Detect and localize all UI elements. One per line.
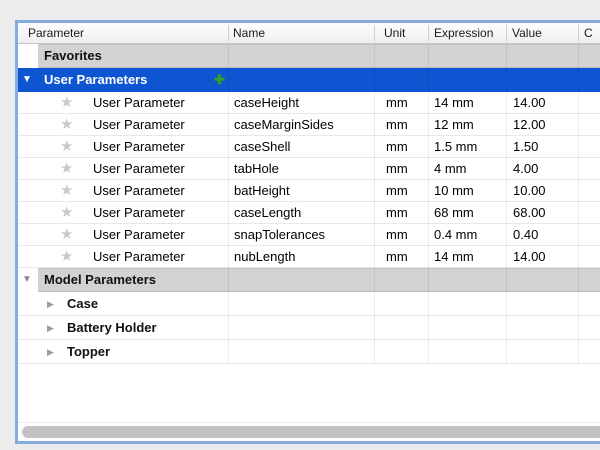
group-row-user-parameters[interactable]: ▼ User Parameters ✚ <box>18 68 600 92</box>
expression-cell[interactable]: 10 mm <box>434 180 474 202</box>
user-parameter-row[interactable]: ★ User Parameter tabHole mm 4 mm 4.00 <box>18 158 600 180</box>
user-parameter-row[interactable]: ★ User Parameter nubLength mm 14 mm 14.0… <box>18 246 600 268</box>
value-cell: 14.00 <box>513 246 546 268</box>
unit-cell: mm <box>386 92 408 114</box>
favorite-star-icon[interactable]: ★ <box>60 136 73 158</box>
name-cell[interactable]: batHeight <box>234 180 290 202</box>
unit-cell: mm <box>386 246 408 268</box>
unit-cell: mm <box>386 224 408 246</box>
favorites-band: Favorites <box>38 44 600 68</box>
unit-cell: mm <box>386 158 408 180</box>
parameters-table-panel: Parameter Name Unit Expression Value C F… <box>15 20 600 444</box>
column-header-parameter[interactable]: Parameter <box>28 23 84 43</box>
value-cell: 12.00 <box>513 114 546 136</box>
unit-cell: mm <box>386 114 408 136</box>
value-cell: 10.00 <box>513 180 546 202</box>
parameter-type-cell: User Parameter <box>93 246 185 268</box>
column-divider[interactable] <box>506 25 507 41</box>
parameter-type-cell: User Parameter <box>93 92 185 114</box>
model-group-label: Topper <box>67 340 110 364</box>
group-row-favorites[interactable]: Favorites <box>18 44 600 68</box>
model-parameter-subrows: ▶ Case ▶ Battery Holder ▶ Topper <box>18 292 600 364</box>
expression-cell[interactable]: 14 mm <box>434 246 474 268</box>
model-group-row[interactable]: ▶ Case <box>18 292 600 316</box>
column-divider[interactable] <box>428 25 429 41</box>
model-parameters-band: Model Parameters <box>38 268 600 292</box>
column-header-expression[interactable]: Expression <box>434 23 493 43</box>
user-parameter-row[interactable]: ★ User Parameter batHeight mm 10 mm 10.0… <box>18 180 600 202</box>
add-parameter-icon[interactable]: ✚ <box>214 68 238 92</box>
parameter-type-cell: User Parameter <box>93 224 185 246</box>
model-parameters-label: Model Parameters <box>44 272 156 287</box>
favorite-star-icon[interactable]: ★ <box>60 180 73 202</box>
table-header: Parameter Name Unit Expression Value C <box>18 23 600 44</box>
user-parameter-row[interactable]: ★ User Parameter snapTolerances mm 0.4 m… <box>18 224 600 246</box>
favorite-star-icon[interactable]: ★ <box>60 224 73 246</box>
name-cell[interactable]: nubLength <box>234 246 295 268</box>
user-parameter-row[interactable]: ★ User Parameter caseMarginSides mm 12 m… <box>18 114 600 136</box>
group-row-model-parameters[interactable]: ▼ Model Parameters <box>18 268 600 292</box>
parameter-type-cell: User Parameter <box>93 136 185 158</box>
model-group-label: Battery Holder <box>67 316 157 340</box>
expression-cell[interactable]: 68 mm <box>434 202 474 224</box>
column-divider[interactable] <box>578 25 579 41</box>
parameter-type-cell: User Parameter <box>93 202 185 224</box>
column-divider[interactable] <box>374 25 375 41</box>
favorite-star-icon[interactable]: ★ <box>60 246 73 268</box>
expression-cell[interactable]: 0.4 mm <box>434 224 477 246</box>
scrollbar-thumb[interactable] <box>22 426 600 438</box>
value-cell: 0.40 <box>513 224 538 246</box>
value-cell: 4.00 <box>513 158 538 180</box>
name-cell[interactable]: caseShell <box>234 136 290 158</box>
parameter-type-cell: User Parameter <box>93 158 185 180</box>
user-parameters-label: User Parameters <box>44 68 147 92</box>
unit-cell: mm <box>386 180 408 202</box>
collapsed-triangle-icon[interactable]: ▶ <box>47 316 54 340</box>
name-cell[interactable]: tabHole <box>234 158 279 180</box>
parameter-type-cell: User Parameter <box>93 180 185 202</box>
column-header-name[interactable]: Name <box>233 23 265 43</box>
name-cell[interactable]: caseHeight <box>234 92 299 114</box>
disclosure-column: ▼ <box>18 268 38 292</box>
unit-cell: mm <box>386 202 408 224</box>
favorite-star-icon[interactable]: ★ <box>60 158 73 180</box>
collapsed-triangle-icon[interactable]: ▶ <box>47 340 54 364</box>
expression-cell[interactable]: 4 mm <box>434 158 467 180</box>
expression-cell[interactable]: 12 mm <box>434 114 474 136</box>
value-cell: 68.00 <box>513 202 546 224</box>
expanded-triangle-icon[interactable]: ▼ <box>22 68 32 92</box>
column-divider[interactable] <box>228 25 229 41</box>
favorite-star-icon[interactable]: ★ <box>60 114 73 136</box>
model-group-label: Case <box>67 292 98 316</box>
name-cell[interactable]: snapTolerances <box>234 224 325 246</box>
unit-cell: mm <box>386 136 408 158</box>
value-cell: 14.00 <box>513 92 546 114</box>
user-parameter-rows: ★ User Parameter caseHeight mm 14 mm 14.… <box>18 92 600 268</box>
disclosure-column <box>18 44 38 68</box>
favorites-label: Favorites <box>44 48 102 63</box>
user-parameter-row[interactable]: ★ User Parameter caseHeight mm 14 mm 14.… <box>18 92 600 114</box>
expanded-triangle-icon[interactable]: ▼ <box>22 268 32 292</box>
model-group-row[interactable]: ▶ Battery Holder <box>18 316 600 340</box>
favorite-star-icon[interactable]: ★ <box>60 202 73 224</box>
collapsed-triangle-icon[interactable]: ▶ <box>47 292 54 316</box>
parameter-type-cell: User Parameter <box>93 114 185 136</box>
favorite-star-icon[interactable]: ★ <box>60 92 73 114</box>
value-cell: 1.50 <box>513 136 538 158</box>
horizontal-scrollbar[interactable] <box>18 422 600 441</box>
expression-cell[interactable]: 1.5 mm <box>434 136 477 158</box>
name-cell[interactable]: caseMarginSides <box>234 114 334 136</box>
table-body: Favorites ▼ User Parameters ✚ ★ User Par… <box>18 44 600 364</box>
column-header-comments[interactable]: C <box>584 23 593 43</box>
user-parameter-row[interactable]: ★ User Parameter caseLength mm 68 mm 68.… <box>18 202 600 224</box>
name-cell[interactable]: caseLength <box>234 202 301 224</box>
column-header-unit[interactable]: Unit <box>384 23 405 43</box>
column-header-value[interactable]: Value <box>512 23 542 43</box>
user-parameter-row[interactable]: ★ User Parameter caseShell mm 1.5 mm 1.5… <box>18 136 600 158</box>
model-group-row[interactable]: ▶ Topper <box>18 340 600 364</box>
expression-cell[interactable]: 14 mm <box>434 92 474 114</box>
